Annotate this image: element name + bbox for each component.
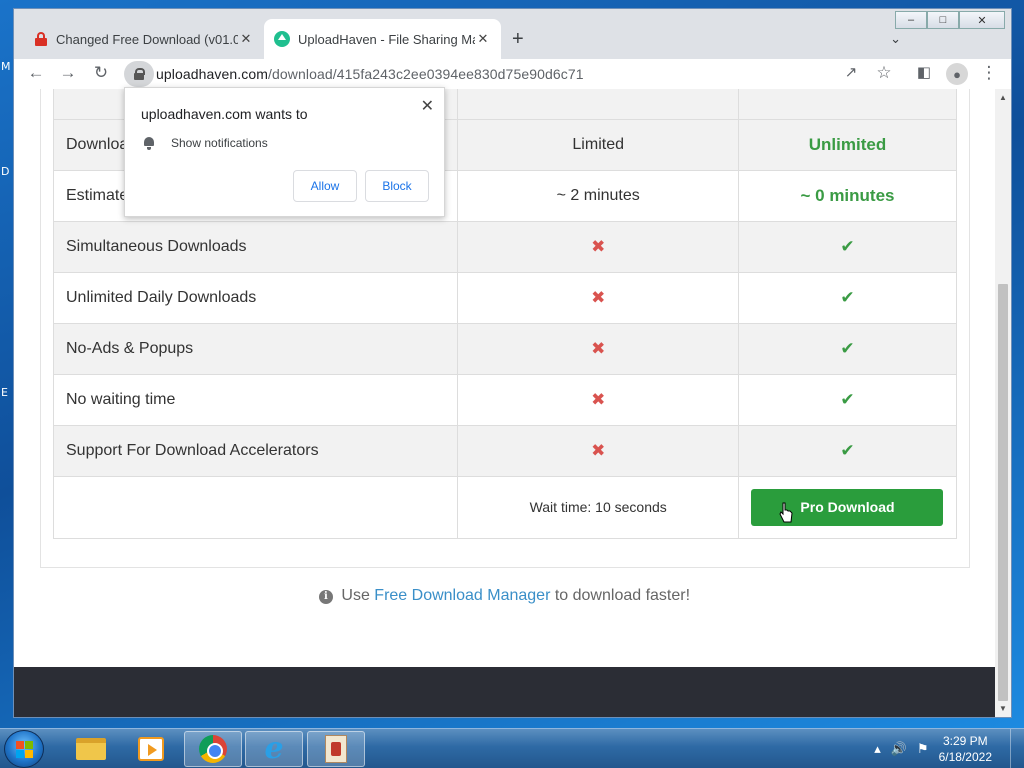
clock[interactable]: 3:29 PM 6/18/2022 bbox=[939, 733, 992, 765]
tab-title: Changed Free Download (v01.02 bbox=[56, 31, 238, 47]
table-row: Simultaneous Downloads ✖ ✔ bbox=[52, 221, 958, 273]
feature-label: No-Ads & Popups bbox=[52, 323, 459, 375]
feature-label: Simultaneous Downloads bbox=[52, 221, 459, 273]
hand-cursor-icon bbox=[779, 502, 794, 523]
close-icon[interactable]: ✕ bbox=[421, 96, 434, 116]
cross-icon: ✖ bbox=[591, 288, 606, 307]
browser-window: – □ ✕ Changed Free Download (v01.02 ✕ Up… bbox=[13, 8, 1012, 718]
network-warning-icon[interactable]: ⚑ bbox=[917, 741, 929, 757]
desktop-icon-label-fragment: M bbox=[1, 60, 11, 73]
taskbar-internet-explorer[interactable]: e bbox=[245, 731, 303, 767]
menu-kebab-icon[interactable]: ⋮ bbox=[978, 63, 1000, 83]
check-icon: ✔ bbox=[840, 339, 855, 358]
table-row: No-Ads & Popups ✖ ✔ bbox=[52, 323, 958, 375]
taskbar-app[interactable] bbox=[307, 731, 365, 767]
taskbar-media-player[interactable] bbox=[122, 731, 180, 767]
scroll-down-arrow-icon[interactable]: ▼ bbox=[999, 704, 1007, 713]
address-bar[interactable]: uploadhaven.com/download/415fa243c2ee039… bbox=[124, 60, 894, 88]
new-tab-plus-icon[interactable]: + bbox=[512, 28, 524, 51]
permission-label: Show notifications bbox=[171, 136, 268, 150]
bell-icon bbox=[143, 136, 155, 150]
table-row: Unlimited Daily Downloads ✖ ✔ bbox=[52, 272, 958, 324]
check-icon: ✔ bbox=[840, 441, 855, 460]
check-icon: ✔ bbox=[840, 390, 855, 409]
profile-avatar-icon[interactable]: ● bbox=[946, 63, 968, 85]
share-icon[interactable]: ↗ bbox=[840, 63, 862, 81]
page-scrollbar[interactable]: ▲ ▼ bbox=[995, 89, 1011, 717]
cross-icon: ✖ bbox=[591, 441, 606, 460]
pro-value: ~ 0 minutes bbox=[800, 186, 895, 205]
tab-changed-free-download[interactable]: Changed Free Download (v01.02 ✕ bbox=[24, 19, 264, 59]
check-icon: ✔ bbox=[840, 288, 855, 307]
desktop-icon-label-fragment: D bbox=[1, 165, 10, 178]
close-tab-icon[interactable]: ✕ bbox=[238, 31, 254, 47]
volume-icon[interactable]: 🔊 bbox=[891, 741, 907, 757]
wait-time-text: Wait time: 10 seconds bbox=[529, 498, 667, 515]
info-icon: i bbox=[318, 590, 333, 604]
cross-icon: ✖ bbox=[591, 339, 606, 358]
windows-logo-icon bbox=[16, 741, 34, 759]
scroll-up-arrow-icon[interactable]: ▲ bbox=[999, 93, 1007, 102]
reload-icon[interactable]: ↻ bbox=[90, 63, 112, 83]
chrome-icon bbox=[199, 735, 227, 763]
check-icon: ✔ bbox=[840, 237, 855, 256]
application-icon bbox=[325, 735, 347, 763]
scrollbar-thumb[interactable] bbox=[998, 284, 1008, 701]
red-lock-icon bbox=[34, 32, 48, 46]
permission-row: Show notifications bbox=[143, 136, 268, 150]
browser-toolbar: ← → ↻ uploadhaven.com/download/415fa243c… bbox=[14, 59, 1011, 89]
taskbar: e ▴ 🔊 ⚑ 3:29 PM 6/18/2022 bbox=[0, 728, 1024, 768]
free-download-manager-link[interactable]: Free Download Manager bbox=[374, 587, 550, 604]
clock-time: 3:29 PM bbox=[942, 734, 988, 748]
site-info-lock-icon[interactable] bbox=[124, 61, 154, 87]
desktop-icon-label-fragment: E bbox=[1, 386, 8, 399]
free-value: ~ 2 minutes bbox=[457, 170, 739, 222]
show-desktop-button[interactable] bbox=[1010, 729, 1024, 768]
back-arrow-icon[interactable]: ← bbox=[25, 63, 47, 83]
feature-label: No waiting time bbox=[52, 374, 459, 426]
internet-explorer-icon: e bbox=[264, 731, 284, 766]
taskbar-chrome[interactable] bbox=[184, 731, 242, 767]
pro-download-button[interactable]: Pro Download bbox=[751, 489, 944, 526]
cross-icon: ✖ bbox=[591, 390, 606, 409]
tab-search-chevron-icon[interactable]: ⌄ bbox=[890, 31, 901, 47]
uploadhaven-icon bbox=[274, 31, 290, 47]
folder-icon bbox=[76, 738, 106, 760]
download-manager-note: i Use Free Download Manager to download … bbox=[14, 587, 995, 605]
forward-arrow-icon[interactable]: → bbox=[57, 63, 79, 83]
site-footer bbox=[14, 667, 995, 717]
notification-permission-popup: uploadhaven.com wants to ✕ Show notifica… bbox=[124, 87, 445, 217]
close-tab-icon[interactable]: ✕ bbox=[475, 31, 491, 47]
tray-expand-arrow-icon[interactable]: ▴ bbox=[874, 741, 881, 757]
tab-title: UploadHaven - File Sharing Made bbox=[298, 31, 475, 47]
block-button[interactable]: Block bbox=[365, 170, 429, 202]
feature-label: Unlimited Daily Downloads bbox=[52, 272, 459, 324]
cross-icon: ✖ bbox=[591, 237, 606, 256]
pro-value: Unlimited bbox=[808, 135, 887, 154]
taskbar-explorer[interactable] bbox=[62, 731, 120, 767]
popup-title: uploadhaven.com wants to bbox=[141, 106, 308, 122]
side-panel-icon[interactable]: ◧ bbox=[913, 63, 935, 81]
tab-strip: Changed Free Download (v01.02 ✕ UploadHa… bbox=[14, 19, 1013, 59]
media-player-icon bbox=[138, 737, 164, 761]
start-button[interactable] bbox=[4, 730, 44, 768]
free-value: Limited bbox=[457, 119, 739, 171]
tab-uploadhaven[interactable]: UploadHaven - File Sharing Made ✕ bbox=[264, 19, 501, 59]
system-tray: ▴ 🔊 ⚑ 3:29 PM 6/18/2022 bbox=[874, 729, 1024, 768]
table-row: Support For Download Accelerators ✖ ✔ bbox=[52, 425, 958, 477]
url-text: uploadhaven.com/download/415fa243c2ee039… bbox=[156, 66, 584, 82]
bookmark-star-icon[interactable]: ☆ bbox=[873, 63, 895, 83]
feature-label: Support For Download Accelerators bbox=[52, 425, 459, 477]
allow-button[interactable]: Allow bbox=[293, 170, 357, 202]
table-row-actions: Wait time: 10 seconds Pro Download bbox=[52, 476, 958, 539]
table-row: No waiting time ✖ ✔ bbox=[52, 374, 958, 426]
clock-date: 6/18/2022 bbox=[938, 750, 992, 764]
